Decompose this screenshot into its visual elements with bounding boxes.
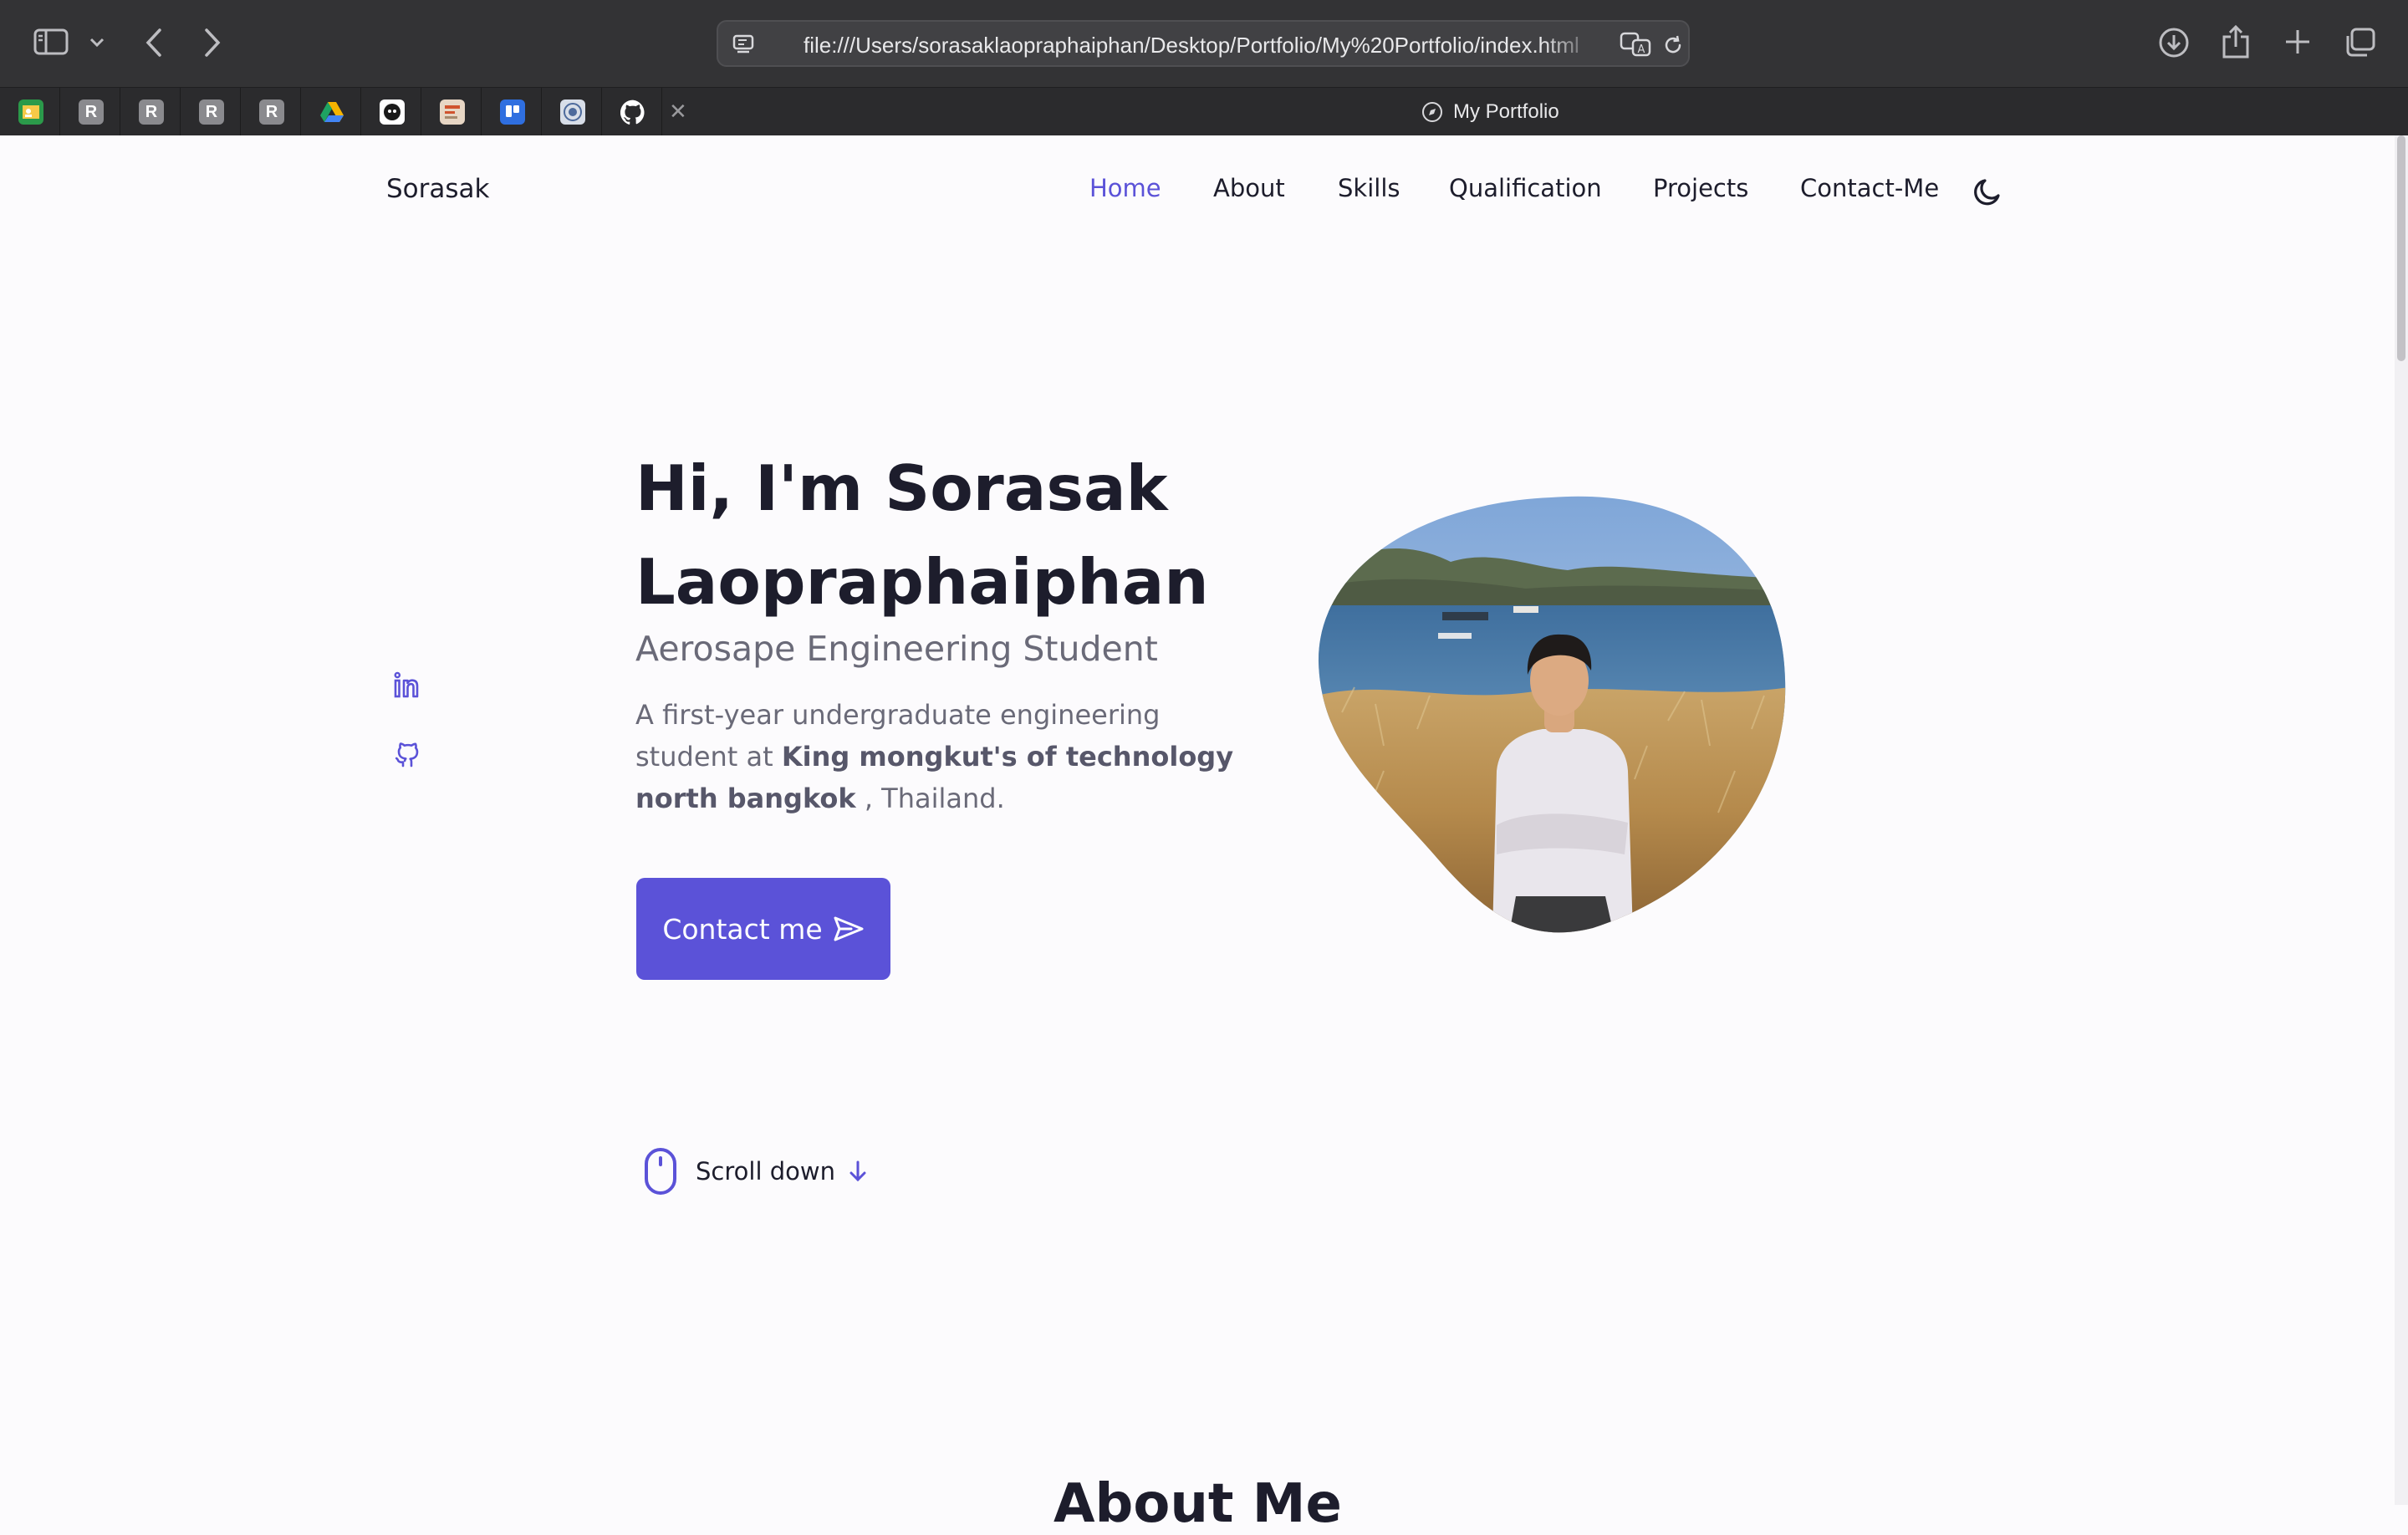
new-tab-icon[interactable]: [2284, 28, 2311, 55]
arrow-down-icon: [849, 1160, 866, 1182]
r-letter-icon: R: [79, 99, 104, 125]
scroll-down-label: Scroll down: [696, 1157, 835, 1186]
pinned-tab[interactable]: [0, 88, 60, 136]
contact-me-button[interactable]: Contact me: [636, 878, 890, 980]
back-icon[interactable]: [144, 28, 164, 58]
active-tab-title: My Portfolio: [1453, 100, 1559, 123]
pinned-tab[interactable]: R: [60, 88, 120, 136]
active-tab[interactable]: My Portfolio: [1421, 99, 1559, 125]
github-icon[interactable]: [392, 739, 422, 773]
pinned-tab[interactable]: R: [181, 88, 241, 136]
google-drive-icon: [319, 99, 344, 125]
moon-icon[interactable]: [1971, 176, 2004, 212]
pinned-tab[interactable]: [361, 88, 421, 136]
profile-photo: [1317, 495, 1789, 937]
university-seal-icon: [560, 99, 585, 125]
share-icon[interactable]: [2221, 24, 2251, 59]
chevron-down-icon[interactable]: [89, 37, 105, 48]
r-letter-icon: R: [259, 99, 284, 125]
tab-bar: R R R R ✕ My Portfolio: [0, 87, 2408, 136]
pinned-tab[interactable]: R: [120, 88, 181, 136]
scrollbar-thumb[interactable]: [2397, 135, 2405, 361]
svg-text:A: A: [1638, 43, 1645, 56]
site-thumbnail-icon: [440, 99, 465, 125]
pinned-tab[interactable]: [602, 88, 662, 136]
nav-projects[interactable]: Projects: [1653, 174, 1748, 202]
github-icon: [620, 99, 645, 125]
linkedin-icon[interactable]: [392, 671, 422, 704]
pinned-tab[interactable]: [542, 88, 602, 136]
address-bar[interactable]: file:///Users/sorasaklaopraphaiphan/Desk…: [717, 20, 1690, 67]
send-icon: [834, 916, 864, 941]
nav-about[interactable]: About: [1213, 174, 1285, 202]
r-letter-icon: R: [139, 99, 164, 125]
hero-description-country: , Thailand.: [855, 783, 1005, 814]
mouse-icon: [645, 1148, 676, 1195]
compass-icon: [1422, 102, 1442, 122]
hero-title: Hi, I'm Sorasak Laopraphaiphan: [635, 451, 1209, 619]
tab-overview-icon[interactable]: [2344, 27, 2376, 59]
translate-icon[interactable]: A: [1620, 32, 1653, 57]
nav-home[interactable]: Home: [1089, 174, 1161, 202]
nav-skills[interactable]: Skills: [1338, 174, 1400, 202]
forward-icon[interactable]: [202, 28, 222, 58]
contact-me-label: Contact me: [662, 912, 823, 946]
sidebar-toggle-icon[interactable]: [33, 28, 69, 55]
browser-toolbar: file:///Users/sorasaklaopraphaiphan/Desk…: [0, 0, 2408, 87]
downloads-icon[interactable]: [2158, 27, 2190, 59]
pinned-tab[interactable]: [301, 88, 361, 136]
pinned-tab[interactable]: R: [241, 88, 301, 136]
about-section-title: About Me: [1054, 1473, 1342, 1535]
page-info-icon[interactable]: [732, 33, 755, 56]
page-scrollbar[interactable]: [2395, 135, 2408, 1505]
classroom-icon: [18, 99, 43, 125]
portfolio-page: Sorasak Home About Skills Qualification …: [0, 135, 2395, 1535]
hero-subtitle: Aerosape Engineering Student: [635, 629, 1158, 669]
r-letter-icon: R: [199, 99, 224, 125]
site-logo[interactable]: Sorasak: [386, 174, 490, 204]
pinned-tab[interactable]: [421, 88, 482, 136]
nav-qualification[interactable]: Qualification: [1449, 174, 1602, 202]
hero-description: A first-year undergraduate engineering s…: [635, 694, 1237, 819]
trello-icon: [500, 99, 525, 125]
chatbot-icon: [380, 99, 405, 125]
close-tab-icon[interactable]: ✕: [669, 99, 687, 125]
url-text[interactable]: file:///Users/sorasaklaopraphaiphan/Desk…: [804, 33, 1598, 58]
reload-icon[interactable]: [1661, 33, 1685, 57]
pinned-tab[interactable]: [482, 88, 542, 136]
nav-contact-me[interactable]: Contact-Me: [1800, 174, 1939, 202]
scroll-down-link[interactable]: Scroll down: [644, 1147, 869, 1196]
